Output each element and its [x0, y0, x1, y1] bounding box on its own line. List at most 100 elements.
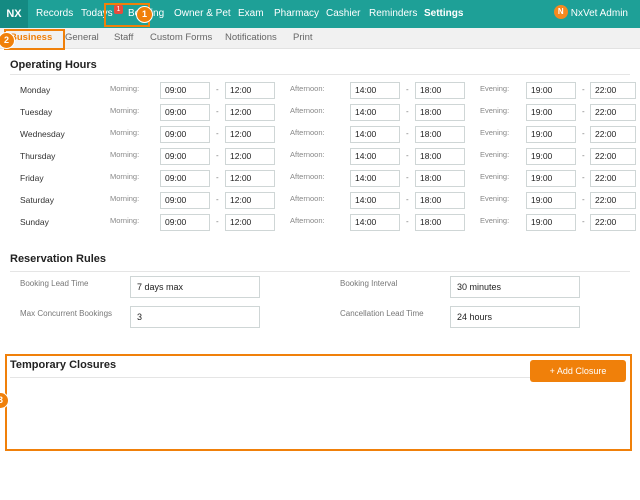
time-range-separator: - — [582, 85, 585, 94]
reservation-rules-title: Reservation Rules — [10, 253, 106, 265]
day-label: Thursday — [20, 151, 56, 161]
afternoon-end-input[interactable]: 18:00 — [415, 126, 465, 143]
evening-start-input[interactable]: 19:00 — [526, 82, 576, 99]
afternoon-start-input[interactable]: 14:00 — [350, 126, 400, 143]
day-label: Saturday — [20, 195, 55, 205]
afternoon-label: Afternoon: — [290, 216, 325, 225]
evening-start-input[interactable]: 19:00 — [526, 126, 576, 143]
time-range-separator: - — [216, 195, 219, 204]
temporary-closures-title: Temporary Closures — [10, 359, 117, 371]
evening-start-input[interactable]: 19:00 — [526, 192, 576, 209]
tab-notifications[interactable]: Notifications — [225, 28, 277, 49]
afternoon-start-input[interactable]: 14:00 — [350, 104, 400, 121]
morning-end-input[interactable]: 12:00 — [225, 214, 275, 231]
afternoon-end-input[interactable]: 18:00 — [415, 104, 465, 121]
morning-start-input[interactable]: 09:00 — [160, 126, 210, 143]
morning-start-input[interactable]: 09:00 — [160, 170, 210, 187]
evening-label: Evening: — [480, 128, 510, 137]
evening-start-input[interactable]: 19:00 — [526, 104, 576, 121]
morning-label: Morning: — [110, 84, 140, 93]
time-range-separator: - — [406, 107, 409, 116]
booking-interval-field[interactable]: 30 minutes — [450, 276, 580, 298]
evening-end-input[interactable]: 22:00 — [590, 192, 636, 209]
evening-start-input[interactable]: 19:00 — [526, 170, 576, 187]
tab-staff[interactable]: Staff — [114, 28, 133, 49]
morning-start-input[interactable]: 09:00 — [160, 214, 210, 231]
morning-label: Morning: — [110, 194, 140, 203]
time-range-separator: - — [216, 173, 219, 182]
afternoon-end-input[interactable]: 18:00 — [415, 148, 465, 165]
evening-end-input[interactable]: 22:00 — [590, 148, 636, 165]
max-concurrent-bookings-label: Max Concurrent Bookings — [20, 309, 113, 318]
evening-end-input[interactable]: 22:00 — [590, 170, 636, 187]
afternoon-end-input[interactable]: 18:00 — [415, 170, 465, 187]
max-concurrent-bookings-field[interactable]: 3 — [130, 306, 260, 328]
afternoon-start-input[interactable]: 14:00 — [350, 170, 400, 187]
afternoon-label: Afternoon: — [290, 84, 325, 93]
tab-general[interactable]: General — [65, 28, 99, 49]
morning-end-input[interactable]: 12:00 — [225, 170, 275, 187]
time-range-separator: - — [582, 129, 585, 138]
morning-end-input[interactable]: 12:00 — [225, 148, 275, 165]
evening-label: Evening: — [480, 84, 510, 93]
morning-start-input[interactable]: 09:00 — [160, 104, 210, 121]
evening-end-input[interactable]: 22:00 — [590, 214, 636, 231]
morning-label: Morning: — [110, 106, 140, 115]
morning-end-input[interactable]: 12:00 — [225, 126, 275, 143]
section-divider — [10, 74, 630, 75]
section-divider — [10, 271, 630, 272]
evening-label: Evening: — [480, 106, 510, 115]
add-closure-button[interactable]: + Add Closure — [530, 360, 626, 382]
evening-end-input[interactable]: 22:00 — [590, 82, 636, 99]
morning-start-input[interactable]: 09:00 — [160, 148, 210, 165]
morning-end-input[interactable]: 12:00 — [225, 192, 275, 209]
time-range-separator: - — [406, 173, 409, 182]
time-range-separator: - — [216, 151, 219, 160]
time-range-separator: - — [216, 129, 219, 138]
user-name: NxVet Admin — [570, 8, 628, 19]
nav-pharmacy[interactable]: Pharmacy — [274, 0, 319, 28]
nav-cashier[interactable]: Cashier — [326, 0, 360, 28]
day-label: Sunday — [20, 217, 49, 227]
operating-hours-title: Operating Hours — [10, 59, 97, 71]
booking-lead-time-field[interactable]: 7 days max — [130, 276, 260, 298]
nav-records[interactable]: Records — [36, 0, 73, 28]
time-range-separator: - — [582, 217, 585, 226]
afternoon-start-input[interactable]: 14:00 — [350, 148, 400, 165]
morning-start-input[interactable]: 09:00 — [160, 192, 210, 209]
afternoon-label: Afternoon: — [290, 106, 325, 115]
top-nav: NX Records Todays Booking Owner & Pet Ex… — [0, 0, 640, 28]
app-logo[interactable]: NX — [0, 0, 28, 28]
morning-end-input[interactable]: 12:00 — [225, 104, 275, 121]
settings-subtabs: Business General Staff Custom Forms Noti… — [0, 28, 640, 49]
time-range-separator: - — [406, 195, 409, 204]
tab-print[interactable]: Print — [293, 28, 313, 49]
afternoon-end-input[interactable]: 18:00 — [415, 82, 465, 99]
nav-owner-pet[interactable]: Owner & Pet — [174, 0, 231, 28]
nav-exam[interactable]: Exam — [238, 0, 264, 28]
afternoon-end-input[interactable]: 18:00 — [415, 192, 465, 209]
cancellation-lead-time-field[interactable]: 24 hours — [450, 306, 580, 328]
nav-reminders[interactable]: Reminders — [369, 0, 417, 28]
day-label: Monday — [20, 85, 51, 95]
morning-end-input[interactable]: 12:00 — [225, 82, 275, 99]
morning-label: Morning: — [110, 150, 140, 159]
evening-start-input[interactable]: 19:00 — [526, 148, 576, 165]
afternoon-start-input[interactable]: 14:00 — [350, 192, 400, 209]
morning-start-input[interactable]: 09:00 — [160, 82, 210, 99]
section-divider — [10, 377, 530, 378]
morning-label: Morning: — [110, 172, 140, 181]
afternoon-end-input[interactable]: 18:00 — [415, 214, 465, 231]
time-range-separator: - — [582, 107, 585, 116]
afternoon-start-input[interactable]: 14:00 — [350, 214, 400, 231]
afternoon-start-input[interactable]: 14:00 — [350, 82, 400, 99]
nav-settings[interactable]: Settings — [424, 0, 463, 28]
avatar: N — [553, 5, 568, 20]
evening-end-input[interactable]: 22:00 — [590, 126, 636, 143]
evening-end-input[interactable]: 22:00 — [590, 104, 636, 121]
tab-custom-forms[interactable]: Custom Forms — [150, 28, 212, 49]
evening-start-input[interactable]: 19:00 — [526, 214, 576, 231]
afternoon-label: Afternoon: — [290, 172, 325, 181]
user-menu[interactable]: N NxVet Admin — [553, 0, 628, 28]
cancellation-lead-time-label: Cancellation Lead Time — [340, 309, 424, 318]
